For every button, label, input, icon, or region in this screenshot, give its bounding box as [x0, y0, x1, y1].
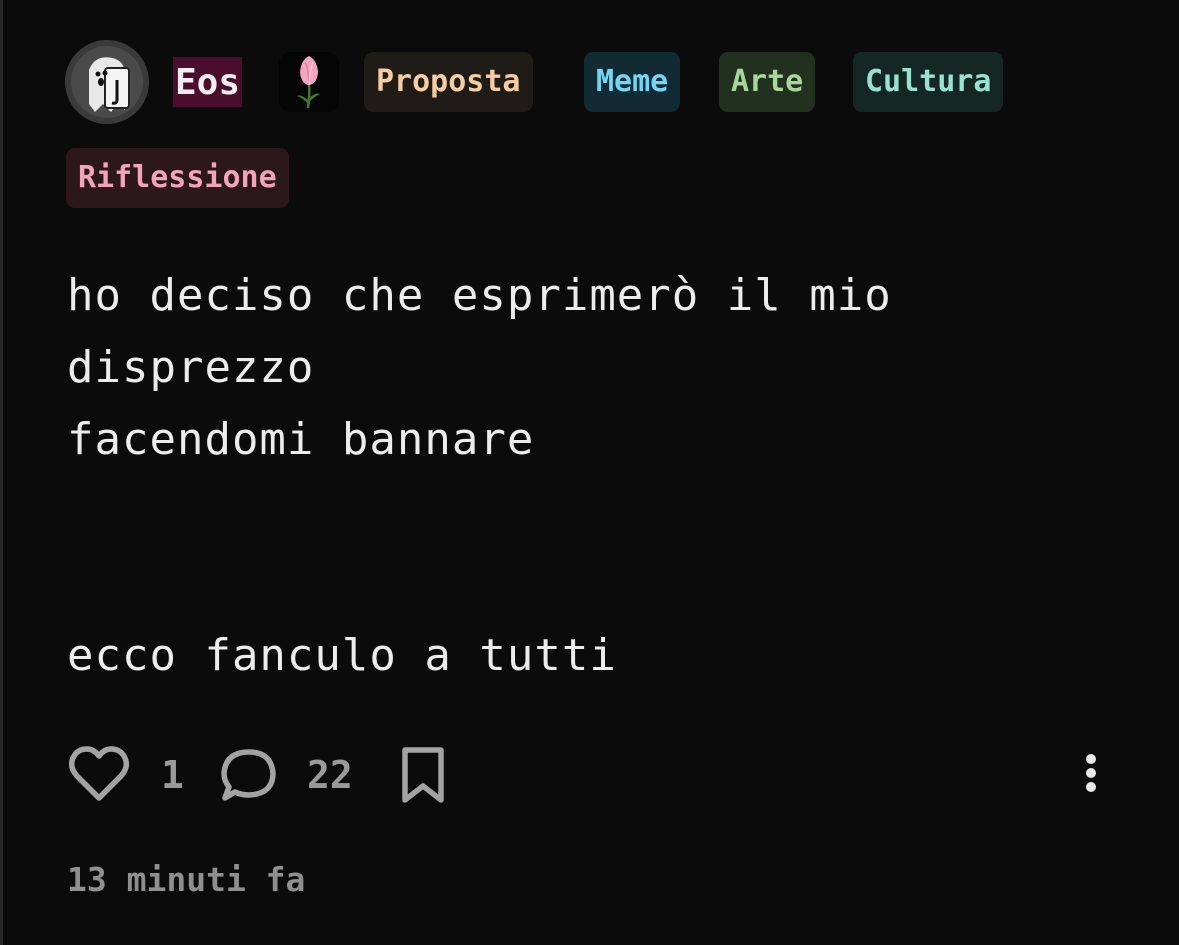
bookmark-icon: [402, 747, 444, 803]
post-body: ho deciso che esprimerò il mio disprezzo…: [67, 260, 1117, 692]
post-line: ecco fanculo a tutti: [67, 630, 617, 681]
post-timestamp: 13 minuti fa: [67, 860, 306, 899]
post-line: disprezzo: [67, 342, 315, 393]
tulip-flair-icon: [279, 52, 339, 112]
avatar[interactable]: [65, 40, 149, 124]
like-count: 1: [161, 753, 184, 797]
bookmark-button[interactable]: [399, 746, 447, 808]
more-vertical-icon: [1086, 754, 1096, 792]
post-line: [67, 476, 1117, 548]
tag-cultura[interactable]: Cultura: [853, 52, 1004, 112]
comment-button[interactable]: [219, 746, 279, 808]
heart-icon: [68, 746, 130, 801]
post-line: ho deciso che esprimerò il mio: [67, 270, 892, 321]
post-card: Eos Proposta Meme Arte Cultura Riflessio…: [0, 0, 1179, 945]
post-line: facendomi bannare: [67, 414, 535, 465]
tag-meme[interactable]: Meme: [584, 52, 681, 112]
more-options-button[interactable]: [1077, 752, 1105, 802]
avatar-ghost-icon: [65, 40, 149, 124]
post-actions: 1 22: [67, 740, 1117, 810]
comment-count: 22: [307, 753, 353, 797]
comment-bubble-icon: [221, 749, 276, 801]
author-name[interactable]: Eos: [173, 57, 243, 107]
tag-proposta[interactable]: Proposta: [364, 52, 533, 112]
tag-riflessione[interactable]: Riflessione: [66, 148, 289, 208]
tag-arte[interactable]: Arte: [719, 52, 816, 112]
post-line: [67, 548, 1117, 620]
like-button[interactable]: [67, 744, 131, 808]
